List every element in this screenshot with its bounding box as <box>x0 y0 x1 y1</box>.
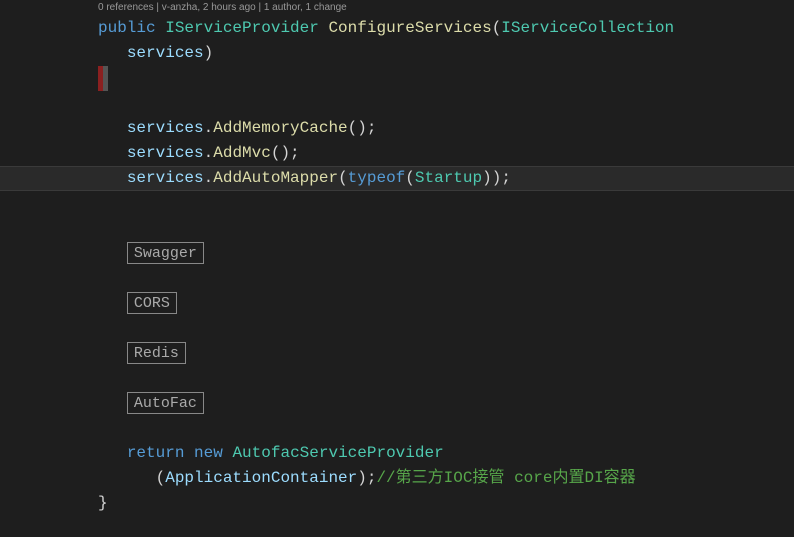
code-line-signature: public IServiceProvider ConfigureService… <box>0 16 794 41</box>
code-line-blank <box>0 91 794 116</box>
code-line-blank <box>0 366 794 391</box>
code-line-blank <box>0 191 794 216</box>
type-startup: Startup <box>415 169 482 187</box>
code-line-blank <box>0 216 794 241</box>
keyword-new: new <box>194 444 223 462</box>
code-line-addautomapper: services.AddAutoMapper(typeof(Startup)); <box>0 166 794 191</box>
method-addautomapper: AddAutoMapper <box>213 169 338 187</box>
local-services: services <box>127 144 204 162</box>
region-collapsed-autofac[interactable]: AutoFac <box>127 392 204 414</box>
paren-close-semi: ); <box>357 469 376 487</box>
call-rest: (); <box>348 119 377 137</box>
paren-open: ( <box>156 469 166 487</box>
region-collapsed-redis[interactable]: Redis <box>127 342 186 364</box>
comment-text: //第三方IOC接管 core内置DI容器 <box>376 469 635 487</box>
code-line-blank <box>0 416 794 441</box>
code-line-return-arg: (ApplicationContainer);//第三方IOC接管 core内置… <box>0 466 794 491</box>
code-line-return: return new AutofacServiceProvider <box>0 441 794 466</box>
method-addmemorycache: AddMemoryCache <box>213 119 347 137</box>
local-services: services <box>127 169 204 187</box>
code-editor[interactable]: 0 references | v-anzha, 2 hours ago | 1 … <box>0 0 794 516</box>
paren-open: ( <box>492 19 502 37</box>
brace-close: } <box>98 494 108 512</box>
method-name: ConfigureServices <box>328 19 491 37</box>
code-line-blank <box>0 316 794 341</box>
code-line-addmvc: services.AddMvc(); <box>0 141 794 166</box>
paren: ( <box>338 169 348 187</box>
prop-applicationcontainer: ApplicationContainer <box>165 469 357 487</box>
param-services: services <box>127 44 204 62</box>
paren: ( <box>405 169 415 187</box>
code-line-region-cors: CORS <box>0 291 794 316</box>
region-collapsed-swagger[interactable]: Swagger <box>127 242 204 264</box>
change-marker-icon <box>98 66 108 91</box>
type-iserviceprovider: IServiceProvider <box>165 19 319 37</box>
code-line-region-autofac: AutoFac <box>0 391 794 416</box>
code-line-region-redis: Redis <box>0 341 794 366</box>
code-line-blank <box>0 266 794 291</box>
call-rest: )); <box>482 169 511 187</box>
keyword-return: return <box>127 444 185 462</box>
code-line-param: services) <box>0 41 794 66</box>
code-line-brace-close: } <box>0 491 794 516</box>
keyword-typeof: typeof <box>348 169 406 187</box>
code-line-region-swagger: Swagger <box>0 241 794 266</box>
code-line-brace-open: { <box>0 66 794 91</box>
type-autofacserviceprovider: AutofacServiceProvider <box>232 444 443 462</box>
paren-close: ) <box>204 44 214 62</box>
type-iservicecollection: IServiceCollection <box>501 19 674 37</box>
region-collapsed-cors[interactable]: CORS <box>127 292 177 314</box>
local-services: services <box>127 119 204 137</box>
method-addmvc: AddMvc <box>213 144 271 162</box>
codelens-info[interactable]: 0 references | v-anzha, 2 hours ago | 1 … <box>0 0 794 16</box>
call-rest: (); <box>271 144 300 162</box>
code-line-addmemorycache: services.AddMemoryCache(); <box>0 116 794 141</box>
keyword-public: public <box>98 19 156 37</box>
